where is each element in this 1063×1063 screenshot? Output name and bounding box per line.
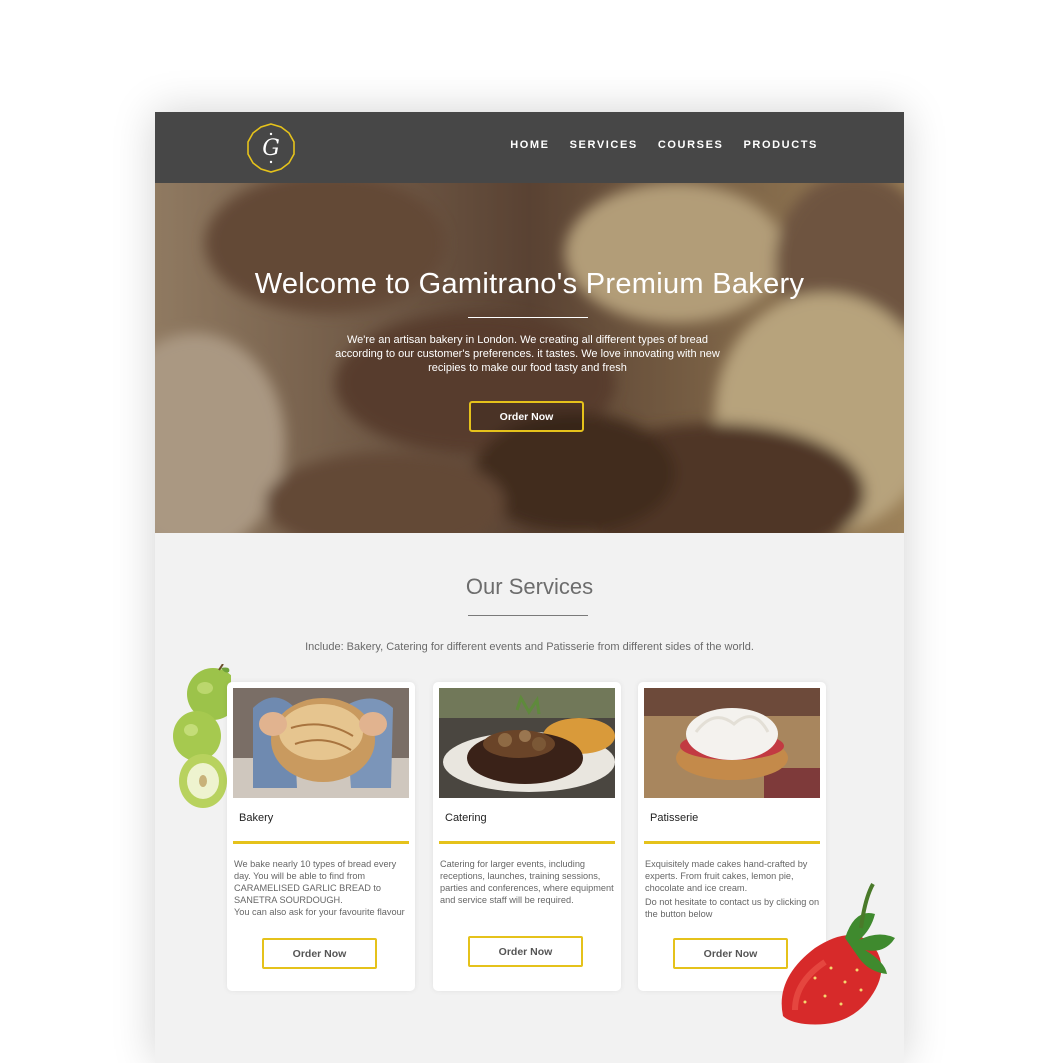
card-title-catering: Catering bbox=[445, 812, 487, 824]
card-title-patisserie: Patisserie bbox=[650, 812, 699, 824]
catering-image bbox=[439, 688, 615, 798]
steak-dish-icon bbox=[439, 688, 615, 798]
card-divider bbox=[439, 841, 615, 844]
logo-badge-icon: G bbox=[247, 123, 295, 173]
card-title-bakery: Bakery bbox=[239, 812, 274, 824]
card-divider bbox=[233, 841, 409, 844]
page: G HOME SERVICES COURSES PRODUCTS Welcome… bbox=[155, 112, 904, 1063]
meringue-tart-icon bbox=[644, 688, 820, 798]
card-divider bbox=[644, 841, 820, 844]
nav-products[interactable]: PRODUCTS bbox=[743, 139, 818, 151]
patisserie-order-now-button[interactable]: Order Now bbox=[673, 938, 788, 969]
nav-services[interactable]: SERVICES bbox=[570, 139, 638, 151]
logo[interactable]: G bbox=[245, 122, 297, 174]
card-description-catering: Catering for larger events, including re… bbox=[440, 858, 618, 906]
services-title: Our Services bbox=[465, 574, 594, 599]
main-nav: HOME SERVICES COURSES PRODUCTS bbox=[510, 139, 818, 151]
service-card-catering: Catering Catering for larger events, inc… bbox=[433, 682, 621, 991]
patisserie-image bbox=[644, 688, 820, 798]
card-description-bakery: We bake nearly 10 types of bread every d… bbox=[234, 858, 412, 918]
bread-loaf-icon bbox=[233, 688, 409, 798]
hero-order-now-button[interactable]: Order Now bbox=[469, 401, 584, 432]
hero-divider bbox=[468, 317, 588, 318]
card-text-bakery-1: We bake nearly 10 types of bread every d… bbox=[234, 859, 397, 905]
bakery-order-now-button[interactable]: Order Now bbox=[262, 938, 377, 969]
hero-section: Welcome to Gamitrano's Premium Bakery We… bbox=[155, 183, 904, 533]
nav-courses[interactable]: COURSES bbox=[658, 139, 724, 151]
card-text-bakery-2: You can also ask for your favourite flav… bbox=[234, 907, 405, 917]
services-subtitle: Include: Bakery, Catering for different … bbox=[305, 641, 754, 653]
services-divider bbox=[468, 615, 588, 616]
bakery-image bbox=[233, 688, 409, 798]
nav-home[interactable]: HOME bbox=[510, 139, 549, 151]
strawberry-image bbox=[781, 883, 895, 1025]
hero-description: We're an artisan bakery in London. We cr… bbox=[335, 334, 720, 374]
service-card-bakery: Bakery We bake nearly 10 types of bread … bbox=[227, 682, 415, 991]
catering-order-now-button[interactable]: Order Now bbox=[468, 936, 583, 967]
hero-title: Welcome to Gamitrano's Premium Bakery bbox=[254, 268, 805, 300]
card-text-catering-1: Catering for larger events, including re… bbox=[440, 859, 614, 905]
green-apples-image bbox=[173, 664, 231, 808]
logo-letter: G bbox=[262, 136, 280, 161]
site-header: G HOME SERVICES COURSES PRODUCTS bbox=[155, 112, 904, 183]
